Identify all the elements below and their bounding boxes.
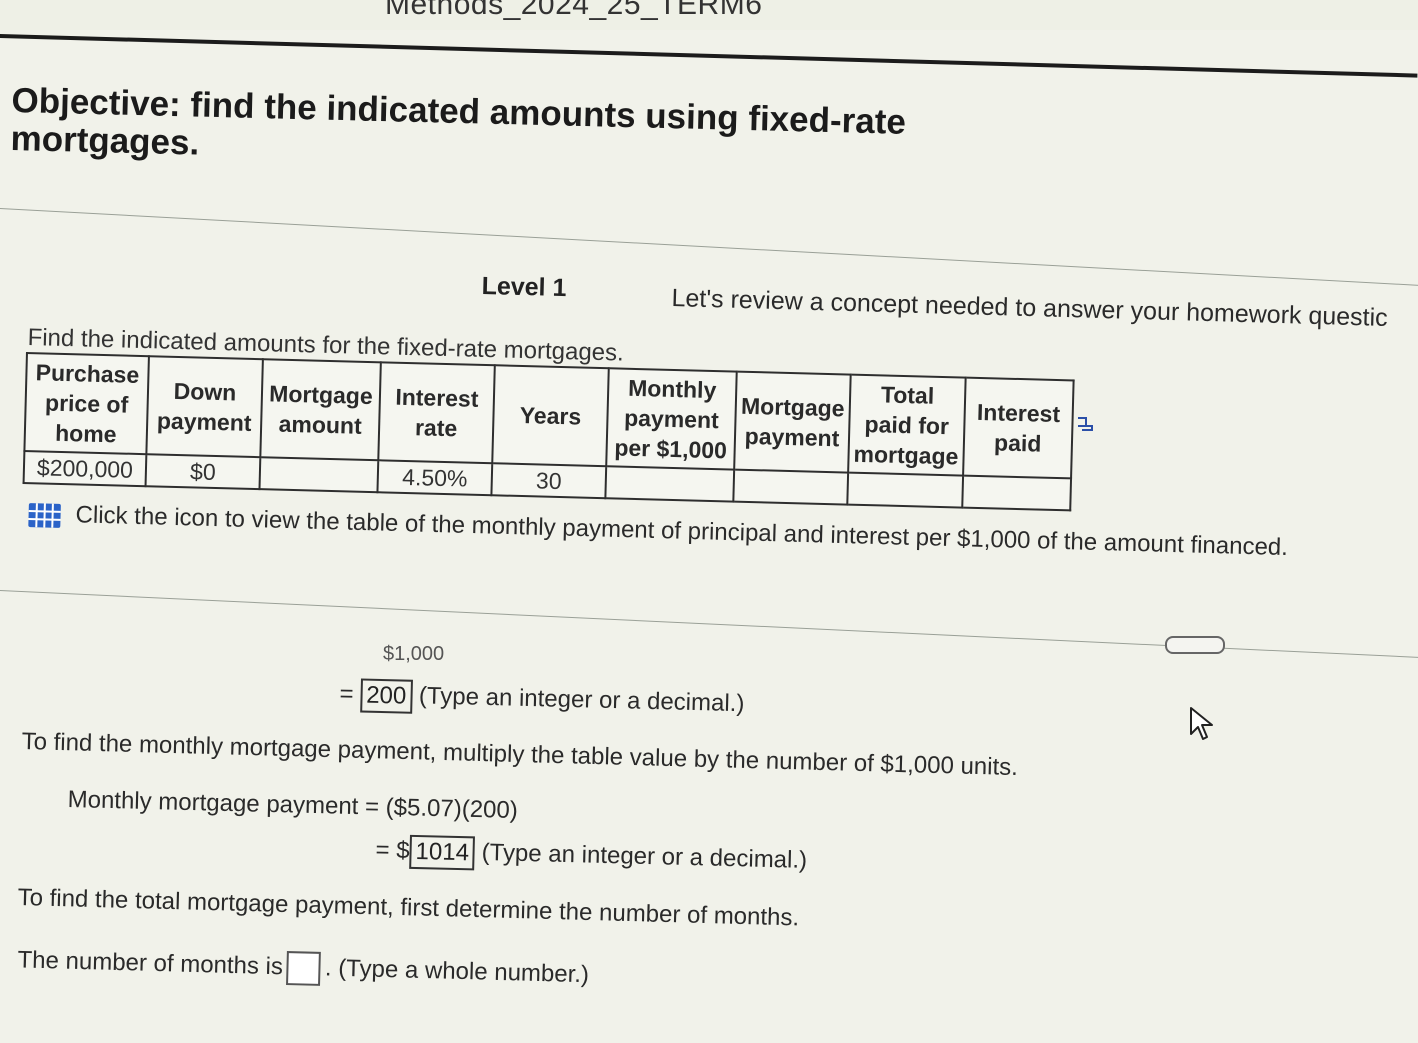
equals-sign: = bbox=[339, 680, 354, 708]
months-line: The number of months is . (Type a whole n… bbox=[17, 944, 589, 993]
cell-mortgage-payment[interactable] bbox=[733, 469, 849, 505]
divider bbox=[0, 208, 1418, 287]
months-input[interactable] bbox=[286, 951, 322, 986]
header-purchase-price: Purchase price of home bbox=[24, 353, 149, 455]
header-divider bbox=[0, 34, 1418, 78]
total-intro: To find the total mortgage payment, firs… bbox=[17, 884, 800, 932]
header-years: Years bbox=[492, 365, 609, 467]
table-grid-icon[interactable] bbox=[27, 502, 62, 529]
cell-mortgage-amount[interactable] bbox=[259, 457, 379, 493]
cell-years: 30 bbox=[491, 463, 607, 499]
expand-icon[interactable] bbox=[1076, 416, 1094, 434]
table-link-text[interactable]: Click the icon to view the table of the … bbox=[75, 501, 1288, 561]
units-answer-box[interactable]: 200 bbox=[359, 678, 413, 714]
monthly-label: Monthly mortgage payment = ($5.07)(200) bbox=[67, 786, 519, 824]
objective-heading: Objective: find the indicated amounts us… bbox=[10, 81, 907, 163]
monthly-answer-box[interactable]: 1014 bbox=[409, 834, 476, 871]
cell-down-payment: $0 bbox=[145, 454, 261, 490]
header-mortgage-amount: Mortgage amount bbox=[260, 359, 381, 461]
header-mortgage-payment: Mortgage payment bbox=[734, 371, 851, 473]
cell-interest-paid[interactable] bbox=[962, 475, 1071, 511]
cell-interest-rate: 4.50% bbox=[377, 460, 493, 496]
units-line: = 200 (Type an integer or a decimal.) bbox=[339, 678, 745, 722]
mortgage-table: Purchase price of home Down payment Mort… bbox=[22, 352, 1075, 512]
cell-purchase-price: $200,000 bbox=[23, 450, 147, 487]
header-down-payment: Down payment bbox=[146, 356, 263, 458]
months-hint: . (Type a whole number.) bbox=[324, 954, 590, 989]
table-link-row: Click the icon to view the table of the … bbox=[27, 500, 1288, 562]
partial-fraction: $1,000 bbox=[383, 643, 445, 665]
header-monthly-per-1000: Monthly payment per $1,000 bbox=[606, 368, 737, 470]
course-title: Methods_2024_25_TERM6 bbox=[385, 0, 763, 21]
level-label: Level 1 bbox=[481, 272, 567, 303]
review-text: Let's review a concept needed to answer … bbox=[671, 284, 1389, 332]
months-label: The number of months is bbox=[17, 946, 284, 981]
mouse-pointer-icon bbox=[1188, 706, 1216, 742]
monthly-intro: To find the monthly mortgage payment, mu… bbox=[21, 728, 1019, 782]
units-hint: (Type an integer or a decimal.) bbox=[418, 682, 745, 718]
header-interest-rate: Interest rate bbox=[378, 362, 495, 464]
monthly-result-line: = $1014 (Type an integer or a decimal.) bbox=[375, 834, 807, 879]
header-interest-paid: Interest paid bbox=[962, 377, 1074, 479]
monthly-hint: (Type an integer or a decimal.) bbox=[481, 838, 808, 874]
cell-monthly-per-1000[interactable] bbox=[605, 466, 735, 502]
monthly-prefix: = $ bbox=[375, 836, 410, 865]
scroll-handle[interactable] bbox=[1165, 636, 1225, 654]
cell-total-paid[interactable] bbox=[847, 472, 963, 508]
header-total-paid: Total paid for mortgage bbox=[848, 374, 966, 476]
